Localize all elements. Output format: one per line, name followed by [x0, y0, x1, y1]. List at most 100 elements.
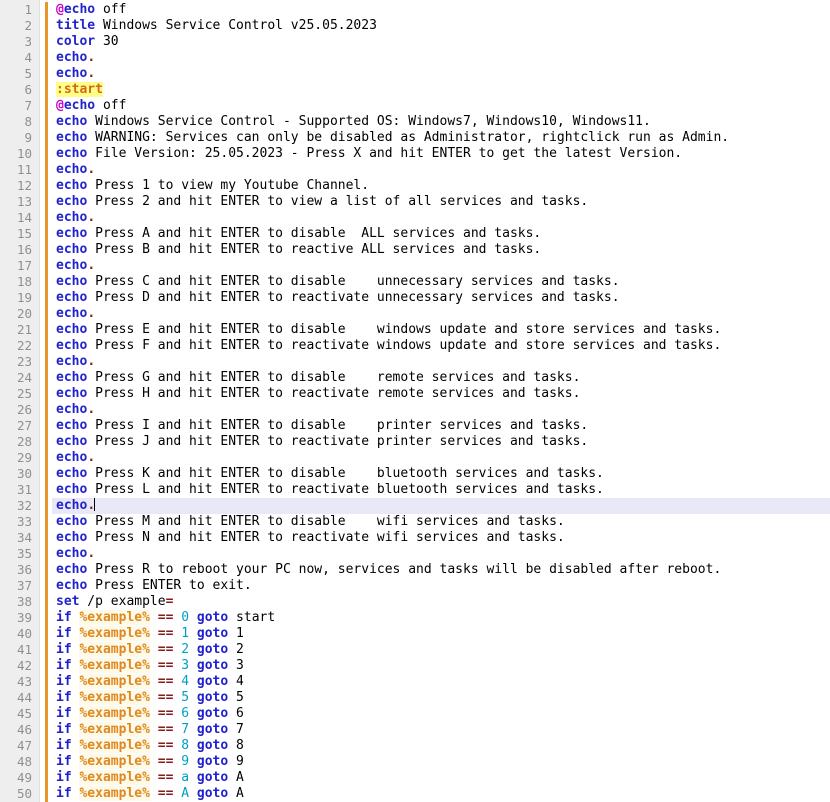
code-line[interactable]: echo. [52, 66, 830, 82]
token-text [189, 658, 197, 673]
token-number: 1 [181, 626, 189, 641]
token-text: Press I and hit ENTER to disable printer… [87, 418, 588, 433]
token-command: echo [64, 98, 95, 113]
code-line[interactable]: if %example% == 2 goto 2 [52, 642, 830, 658]
token-command: goto [197, 626, 228, 641]
line-number: 50 [0, 786, 39, 802]
code-line[interactable]: set /p example= [52, 594, 830, 610]
line-number: 45 [0, 706, 39, 722]
token-dot: . [87, 258, 95, 273]
token-variable: %example% [79, 706, 149, 721]
code-line[interactable]: if %example% == 4 goto 4 [52, 674, 830, 690]
code-line[interactable]: echo Press I and hit ENTER to disable pr… [52, 418, 830, 434]
token-text [150, 706, 158, 721]
code-line[interactable]: if %example% == 7 goto 7 [52, 722, 830, 738]
token-command: echo [56, 146, 87, 161]
token-command: echo [56, 226, 87, 241]
code-line[interactable]: if %example% == 3 goto 3 [52, 658, 830, 674]
code-line[interactable]: echo. [52, 50, 830, 66]
token-variable: %example% [79, 626, 149, 641]
code-line[interactable]: echo Windows Service Control - Supported… [52, 114, 830, 130]
code-line[interactable]: if %example% == 0 goto start [52, 610, 830, 626]
token-number: 6 [181, 706, 189, 721]
token-dot: . [87, 402, 95, 417]
token-text: 9 [228, 754, 244, 769]
code-line[interactable]: echo Press N and hit ENTER to reactivate… [52, 530, 830, 546]
code-line[interactable]: if %example% == 8 goto 8 [52, 738, 830, 754]
code-line-current[interactable]: echo. [52, 498, 830, 514]
token-command: echo [56, 482, 87, 497]
code-line[interactable]: echo. [52, 546, 830, 562]
token-command: goto [197, 706, 228, 721]
code-editor[interactable]: 1234567891011121314151617181920212223242… [0, 0, 830, 802]
code-line[interactable]: if %example% == 9 goto 9 [52, 754, 830, 770]
code-line[interactable]: echo. [52, 402, 830, 418]
code-line[interactable]: echo Press B and hit ENTER to reactive A… [52, 242, 830, 258]
line-number: 43 [0, 674, 39, 690]
code-line[interactable]: echo Press F and hit ENTER to reactivate… [52, 338, 830, 354]
code-line[interactable]: :start [52, 82, 830, 98]
code-line[interactable]: echo. [52, 210, 830, 226]
code-line[interactable]: echo. [52, 354, 830, 370]
code-line[interactable]: color 30 [52, 34, 830, 50]
token-text [150, 642, 158, 657]
code-line[interactable]: echo Press 1 to view my Youtube Channel. [52, 178, 830, 194]
code-line[interactable]: echo Press A and hit ENTER to disable AL… [52, 226, 830, 242]
line-number: 38 [0, 594, 39, 610]
token-command: echo [56, 418, 87, 433]
token-number: 9 [181, 754, 189, 769]
token-variable: %example% [79, 642, 149, 657]
code-line[interactable]: echo Press D and hit ENTER to reactivate… [52, 290, 830, 306]
code-line[interactable]: echo Press E and hit ENTER to disable wi… [52, 322, 830, 338]
token-command: echo [56, 322, 87, 337]
token-text: Press 2 and hit ENTER to view a list of … [87, 194, 588, 209]
code-line[interactable]: echo Press R to reboot your PC now, serv… [52, 562, 830, 578]
code-line[interactable]: echo Press 2 and hit ENTER to view a lis… [52, 194, 830, 210]
line-number: 18 [0, 274, 39, 290]
token-text: Press A and hit ENTER to disable ALL ser… [87, 226, 541, 241]
token-command: echo [56, 290, 87, 305]
code-line[interactable]: @echo off [52, 98, 830, 114]
token-command: goto [197, 770, 228, 785]
code-line[interactable]: if %example% == 6 goto 6 [52, 706, 830, 722]
line-number: 15 [0, 226, 39, 242]
token-text: off [95, 2, 126, 17]
token-text: Press H and hit ENTER to reactivate remo… [87, 386, 580, 401]
code-line[interactable]: echo Press C and hit ENTER to disable un… [52, 274, 830, 290]
code-line[interactable]: echo Press H and hit ENTER to reactivate… [52, 386, 830, 402]
code-line[interactable]: echo. [52, 162, 830, 178]
token-text: 2 [228, 642, 244, 657]
code-text-area[interactable]: @echo offtitle Windows Service Control v… [52, 0, 830, 802]
code-line[interactable]: echo Press M and hit ENTER to disable wi… [52, 514, 830, 530]
code-line[interactable]: echo. [52, 306, 830, 322]
code-line[interactable]: echo Press ENTER to exit. [52, 578, 830, 594]
code-line[interactable]: if %example% == A goto A [52, 786, 830, 802]
code-line[interactable]: echo Press K and hit ENTER to disable bl… [52, 466, 830, 482]
code-line[interactable]: echo Press G and hit ENTER to disable re… [52, 370, 830, 386]
code-line[interactable]: @echo off [52, 2, 830, 18]
code-line[interactable]: title Windows Service Control v25.05.202… [52, 18, 830, 34]
line-number: 9 [0, 130, 39, 146]
line-number-gutter[interactable]: 1234567891011121314151617181920212223242… [0, 0, 40, 802]
code-line[interactable]: echo. [52, 450, 830, 466]
code-fold-bar[interactable] [40, 0, 52, 802]
token-text [150, 674, 158, 689]
code-line[interactable]: if %example% == 5 goto 5 [52, 690, 830, 706]
token-command: goto [197, 658, 228, 673]
token-command: if [56, 770, 72, 785]
token-operator: == [158, 706, 174, 721]
line-number: 44 [0, 690, 39, 706]
code-line[interactable]: echo Press J and hit ENTER to reactivate… [52, 434, 830, 450]
token-text: A [228, 786, 244, 801]
token-variable: %example% [79, 738, 149, 753]
code-line[interactable]: echo File Version: 25.05.2023 - Press X … [52, 146, 830, 162]
token-text [189, 610, 197, 625]
code-line[interactable]: if %example% == 1 goto 1 [52, 626, 830, 642]
code-line[interactable]: echo WARNING: Services can only be disab… [52, 130, 830, 146]
line-number: 24 [0, 370, 39, 386]
line-number: 5 [0, 66, 39, 82]
code-line[interactable]: echo Press L and hit ENTER to reactivate… [52, 482, 830, 498]
code-line[interactable]: echo. [52, 258, 830, 274]
token-command: echo [56, 242, 87, 257]
code-line[interactable]: if %example% == a goto A [52, 770, 830, 786]
